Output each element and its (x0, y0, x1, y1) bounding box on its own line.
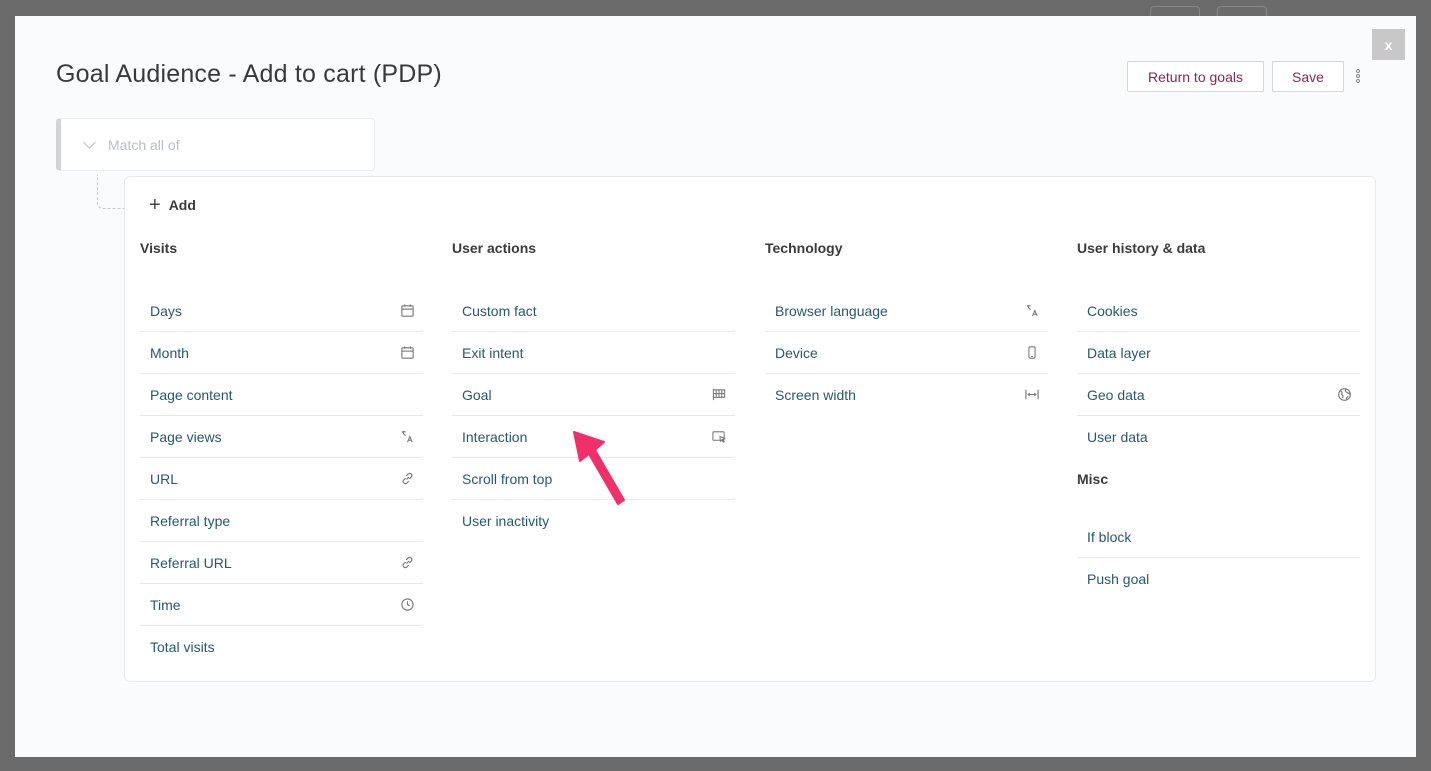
add-button[interactable]: + Add (149, 195, 196, 215)
option-label: Referral URL (150, 554, 232, 571)
option-referral-type[interactable]: Referral type (140, 500, 423, 542)
option-label: Exit intent (462, 344, 524, 361)
option-label: Page views (150, 428, 222, 445)
option-label: Geo data (1087, 386, 1145, 403)
option-push-goal[interactable]: Push goal (1077, 558, 1360, 599)
option-data-layer[interactable]: Data layer (1077, 332, 1360, 374)
option-label: Screen width (775, 386, 856, 403)
option-label: Data layer (1087, 344, 1151, 361)
width-icon (1024, 387, 1040, 403)
column-visits: Visits Days Month Page content Page views URL… (140, 240, 423, 667)
close-button[interactable]: x (1372, 29, 1405, 60)
link-icon (399, 555, 415, 571)
option-exit-intent[interactable]: Exit intent (452, 332, 735, 374)
option-label: Days (150, 302, 182, 319)
option-label: Cookies (1087, 302, 1138, 319)
flag-icon (711, 387, 727, 403)
translate-icon (399, 429, 415, 445)
option-label: User inactivity (462, 512, 550, 529)
option-label: User data (1087, 428, 1148, 445)
translate-icon (1024, 303, 1040, 319)
match-all-of-group[interactable]: Match all of (56, 118, 375, 171)
column-user-actions: User actions Custom fact Exit intent Goal In… (452, 240, 735, 541)
option-list: Browser language Device Screen width (765, 290, 1048, 415)
add-condition-panel: + Add Visits Days Month Page content Page vi… (124, 176, 1376, 682)
misc-title: Misc (1077, 471, 1109, 487)
option-page-content[interactable]: Page content (140, 374, 423, 416)
more-options-icon[interactable] (1356, 69, 1362, 85)
option-device[interactable]: Device (765, 332, 1048, 374)
option-label: Total visits (150, 638, 215, 655)
column-title: Visits (140, 240, 178, 256)
column-title: User history & data (1077, 240, 1206, 256)
option-days[interactable]: Days (140, 290, 423, 332)
option-user-data[interactable]: User data (1077, 416, 1360, 457)
option-if-block[interactable]: If block (1077, 516, 1360, 558)
option-label: Interaction (462, 428, 528, 445)
cursor-window-icon (711, 429, 727, 445)
option-label: Goal (462, 386, 492, 403)
option-browser-language[interactable]: Browser language (765, 290, 1048, 332)
option-label: Device (775, 344, 818, 361)
option-month[interactable]: Month (140, 332, 423, 374)
option-label: Browser language (775, 302, 888, 319)
option-interaction[interactable]: Interaction (452, 416, 735, 458)
option-label: If block (1087, 528, 1132, 545)
add-label: Add (168, 197, 196, 213)
option-screen-width[interactable]: Screen width (765, 374, 1048, 415)
column-title: User actions (452, 240, 537, 256)
match-all-of-label: Match all of (108, 136, 180, 153)
option-total-visits[interactable]: Total visits (140, 626, 423, 667)
option-scroll-from-top[interactable]: Scroll from top (452, 458, 735, 500)
option-label: Push goal (1087, 570, 1150, 587)
option-label: Time (150, 596, 181, 613)
clock-icon (399, 597, 415, 613)
option-url[interactable]: URL (140, 458, 423, 500)
goal-audience-modal: Goal Audience - Add to cart (PDP) Return… (15, 16, 1416, 757)
option-goal[interactable]: Goal (452, 374, 735, 416)
option-label: Page content (150, 386, 233, 403)
column-technology: Technology Browser language Device Screen w… (765, 240, 1048, 415)
option-user-inactivity[interactable]: User inactivity (452, 500, 735, 541)
option-label: Month (150, 344, 189, 361)
option-time[interactable]: Time (140, 584, 423, 626)
option-custom-fact[interactable]: Custom fact (452, 290, 735, 332)
return-to-goals-button[interactable]: Return to goals (1127, 61, 1264, 92)
misc-option-list: If block Push goal (1077, 516, 1360, 599)
option-label: Referral type (150, 512, 231, 529)
option-list: Custom fact Exit intent Goal Interaction Scr… (452, 290, 735, 541)
option-cookies[interactable]: Cookies (1077, 290, 1360, 332)
calendar-icon (399, 303, 415, 319)
column-title: Technology (765, 240, 843, 256)
modal-title: Goal Audience - Add to cart (PDP) (56, 60, 442, 88)
save-button[interactable]: Save (1272, 61, 1344, 92)
option-page-views[interactable]: Page views (140, 416, 423, 458)
option-label: Custom fact (462, 302, 537, 319)
option-label: Scroll from top (462, 470, 553, 487)
tree-connector (97, 175, 124, 209)
option-list: Days Month Page content Page views URL Referr… (140, 290, 423, 667)
option-geo-data[interactable]: Geo data (1077, 374, 1360, 416)
mobile-icon (1024, 345, 1040, 361)
column-user-history-data: User history & data Cookies Data layer Geo … (1077, 240, 1360, 599)
link-icon (399, 471, 415, 487)
globe-icon (1336, 387, 1352, 403)
plus-icon: + (149, 194, 161, 216)
chevron-down-icon (83, 135, 96, 149)
option-label: URL (150, 470, 179, 487)
calendar-icon (399, 345, 415, 361)
option-referral-url[interactable]: Referral URL (140, 542, 423, 584)
option-list: Cookies Data layer Geo data User data (1077, 290, 1360, 457)
